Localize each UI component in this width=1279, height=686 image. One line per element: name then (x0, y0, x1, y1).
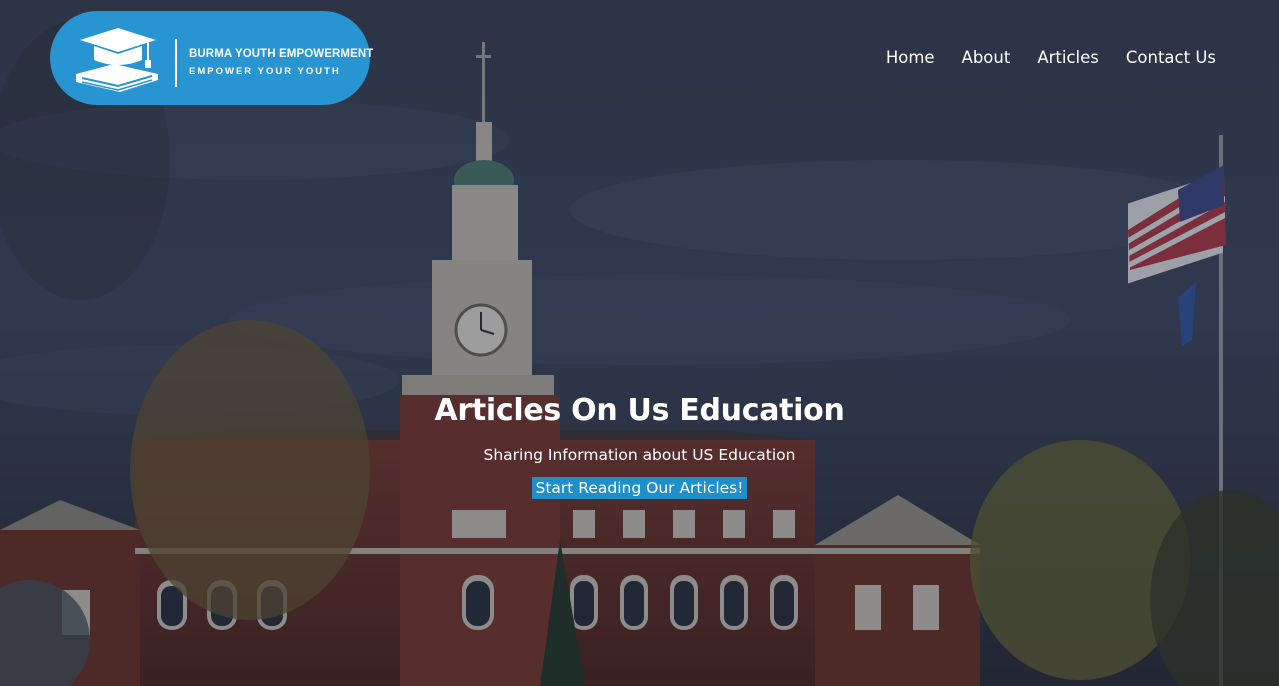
graduation-cap-book-icon (76, 28, 158, 92)
nav-about[interactable]: About (962, 48, 1011, 67)
main-nav: Home About Articles Contact Us (859, 48, 1216, 67)
start-reading-button[interactable]: Start Reading Our Articles! (531, 477, 748, 499)
site-logo[interactable]: BURMA YOUTH EMPOWERMENT EMPOWER YOUR YOU… (50, 11, 374, 105)
hero-section: BURMA YOUTH EMPOWERMENT EMPOWER YOUR YOU… (0, 0, 1279, 686)
cta-container: Start Reading Our Articles! (0, 477, 1279, 499)
brand-tagline: EMPOWER YOUR YOUTH (189, 66, 341, 77)
nav-home[interactable]: Home (886, 48, 935, 67)
brand-name: BURMA YOUTH EMPOWERMENT (189, 48, 374, 60)
logo-divider (175, 39, 177, 87)
hero-subtitle: Sharing Information about US Education (483, 446, 796, 464)
nav-articles[interactable]: Articles (1037, 48, 1099, 67)
nav-contact-us[interactable]: Contact Us (1126, 48, 1216, 67)
hero-title: Articles On Us Education (434, 393, 845, 428)
